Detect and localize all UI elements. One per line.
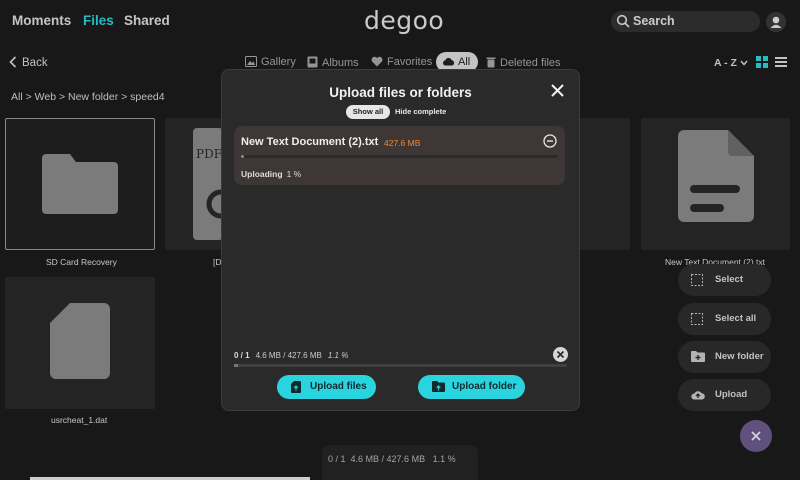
upload-folder-button[interactable]: Upload folder — [418, 375, 525, 399]
upload-item-status: Uploading 1 % — [241, 169, 301, 179]
upload-total-progress-fill — [234, 364, 238, 367]
modal-title: Upload files or folders — [329, 85, 472, 100]
file-upload-icon — [291, 381, 301, 393]
upload-modal: Upload files or folders Show all Hide co… — [221, 69, 580, 411]
upload-total-percent: 1.1 % — [327, 351, 349, 360]
filter-show-all[interactable]: Show all — [346, 105, 390, 119]
upload-item-status-text: Uploading — [241, 169, 283, 179]
upload-item-progress-track — [241, 155, 558, 158]
upload-total-count: 0 / 1 — [234, 351, 250, 360]
cancel-upload-icon[interactable] — [543, 134, 557, 148]
upload-files-label: Upload files — [310, 381, 367, 392]
upload-folder-label: Upload folder — [452, 381, 517, 392]
close-icon — [556, 350, 565, 359]
upload-item-progress-fill — [241, 155, 245, 158]
close-icon[interactable] — [551, 84, 564, 97]
upload-item-size: 427.6 MB — [384, 138, 421, 148]
folder-upload-icon — [432, 381, 445, 392]
upload-total: 0 / 1 4.6 MB / 427.6 MB 1.1 % — [234, 351, 348, 360]
upload-files-button[interactable]: Upload files — [277, 375, 376, 399]
upload-item-name: New Text Document (2).txt — [241, 136, 379, 148]
upload-item: New Text Document (2).txt 427.6 MB Uploa… — [234, 126, 565, 185]
upload-total-transferred: 4.6 MB / 427.6 MB — [255, 351, 322, 360]
upload-item-percent: 1 % — [286, 169, 302, 179]
upload-total-progress-track — [234, 364, 567, 367]
filter-hide-complete[interactable]: Hide complete — [395, 105, 446, 119]
clear-uploads-button[interactable] — [553, 347, 568, 362]
